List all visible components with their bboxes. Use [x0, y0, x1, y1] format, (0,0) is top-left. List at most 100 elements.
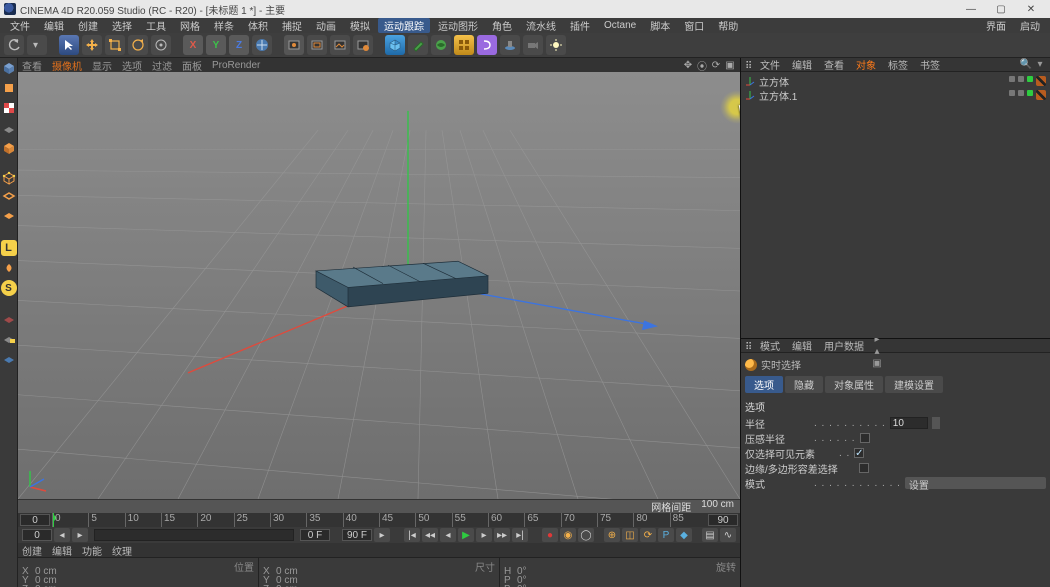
y-axis-lock-icon[interactable]: Y — [206, 35, 226, 55]
cloner-icon[interactable] — [454, 35, 474, 55]
recent-tool-icon[interactable] — [151, 35, 171, 55]
move-icon[interactable] — [82, 35, 102, 55]
menu-模拟[interactable]: 模拟 — [344, 18, 376, 33]
keyframe-sel-icon[interactable]: ◯ — [578, 528, 594, 542]
goto-prevkey-icon[interactable]: ◂◂ — [422, 528, 438, 542]
x-axis-lock-icon[interactable]: X — [183, 35, 203, 55]
texture-mode-icon[interactable] — [1, 100, 17, 116]
viewmenu-ProRender[interactable]: ProRender — [212, 60, 260, 71]
status-menu-纹理[interactable]: 纹理 — [112, 543, 132, 558]
om-tab-编辑[interactable]: 编辑 — [787, 57, 817, 72]
range-next-icon[interactable]: ▸ — [72, 528, 88, 542]
locked-workplane-icon[interactable] — [1, 330, 17, 346]
viewmenu-选项[interactable]: 选项 — [122, 58, 142, 73]
viewmenu-摄像机[interactable]: 摄像机 — [52, 58, 82, 73]
scale-icon[interactable] — [105, 35, 125, 55]
menu-运动图形[interactable]: 运动图形 — [432, 18, 484, 33]
object-mode-icon[interactable] — [1, 140, 17, 156]
attr-subtab-隐藏[interactable]: 隐藏 — [785, 376, 823, 393]
timeline-start-field[interactable]: 0 — [20, 514, 50, 526]
deformer-icon[interactable] — [477, 35, 497, 55]
redo-icon[interactable]: ▾ — [27, 35, 47, 55]
viewport-zoom-icon[interactable]: ⦿ — [696, 60, 708, 70]
edge-mode-icon[interactable] — [1, 190, 17, 206]
menu-样条[interactable]: 样条 — [208, 18, 240, 33]
workplane-icon[interactable] — [1, 310, 17, 326]
status-menu-编辑[interactable]: 编辑 — [52, 543, 72, 558]
phong-tag-icon[interactable] — [1036, 76, 1046, 86]
menu-运动跟踪[interactable]: 运动跟踪 — [378, 18, 430, 33]
key-rot-icon[interactable]: ⟳ — [640, 528, 656, 542]
viewport-orbit-icon[interactable]: ⟳ — [710, 60, 722, 70]
current-frame-field[interactable]: 0 F — [300, 529, 330, 541]
menu-脚本[interactable]: 脚本 — [644, 18, 676, 33]
render-region-icon[interactable] — [307, 35, 327, 55]
om-tab-文件[interactable]: 文件 — [755, 57, 785, 72]
menu-体积[interactable]: 体积 — [242, 18, 274, 33]
range-start-field[interactable]: 0 — [22, 529, 52, 541]
range-slider[interactable] — [94, 529, 294, 541]
undo-icon[interactable] — [4, 35, 24, 55]
workplane-mode-icon[interactable] — [1, 120, 17, 136]
viewmenu-查看[interactable]: 查看 — [22, 58, 42, 73]
layout-启动[interactable]: 启动 — [1014, 18, 1046, 33]
environment-icon[interactable] — [500, 35, 520, 55]
step-back-icon[interactable]: ◂ — [440, 528, 456, 542]
onlyvis-checkbox[interactable]: ✓ — [854, 448, 864, 458]
make-editable-icon[interactable] — [1, 60, 17, 76]
window-maximize-button[interactable]: ▢ — [986, 4, 1016, 15]
om-tab-对象[interactable]: 对象 — [851, 57, 881, 72]
mode-dropdown[interactable]: 设置 — [905, 477, 1046, 489]
viewport-maximize-icon[interactable]: ▣ — [724, 60, 736, 70]
menu-插件[interactable]: 插件 — [564, 18, 596, 33]
goto-end-icon[interactable]: ▸| — [512, 528, 528, 542]
autokey-icon[interactable]: ◉ — [560, 528, 576, 542]
tolerant-checkbox[interactable] — [860, 433, 870, 443]
timeline-end-field[interactable]: 90 — [708, 514, 738, 526]
status-menu-功能[interactable]: 功能 — [82, 543, 102, 558]
om-tab-查看[interactable]: 查看 — [819, 57, 849, 72]
status-menu-创建[interactable]: 创建 — [22, 543, 42, 558]
om-tab-书签[interactable]: 书签 — [915, 57, 945, 72]
viewmenu-显示[interactable]: 显示 — [92, 58, 112, 73]
goto-start-icon[interactable]: |◂ — [404, 528, 420, 542]
enable-snap-icon[interactable]: S — [1, 280, 17, 296]
key-pos-icon[interactable]: ⊕ — [604, 528, 620, 542]
key-scale-icon[interactable]: ◫ — [622, 528, 638, 542]
attr-tab-模式[interactable]: 模式 — [755, 338, 785, 353]
radius-spinner[interactable] — [932, 417, 940, 429]
camera-icon[interactable] — [523, 35, 543, 55]
menu-编辑[interactable]: 编辑 — [38, 18, 70, 33]
phong-tag-icon[interactable] — [1036, 90, 1046, 100]
live-select-icon[interactable] — [59, 35, 79, 55]
planar-workplane-icon[interactable] — [1, 350, 17, 366]
attr-subtab-选项[interactable]: 选项 — [745, 376, 783, 393]
timeline-ruler[interactable]: 0 051015202530354045505560657075808590 9… — [18, 513, 740, 527]
record-key-icon[interactable]: ● — [542, 528, 558, 542]
window-close-button[interactable]: ✕ — [1016, 4, 1046, 15]
attr-tab-用户数据[interactable]: 用户数据 — [819, 338, 869, 353]
goto-nextkey-icon[interactable]: ▸▸ — [494, 528, 510, 542]
attr-subtab-对象属性[interactable]: 对象属性 — [825, 376, 883, 393]
menu-创建[interactable]: 创建 — [72, 18, 104, 33]
menu-Octane[interactable]: Octane — [598, 20, 642, 31]
rotate-icon[interactable] — [128, 35, 148, 55]
om-search-icon[interactable]: 🔍 — [1020, 59, 1032, 71]
menu-窗口[interactable]: 窗口 — [678, 18, 710, 33]
menu-捕捉[interactable]: 捕捉 — [276, 18, 308, 33]
object-row[interactable]: 立方体.1 — [745, 88, 1046, 102]
menu-流水线[interactable]: 流水线 — [520, 18, 562, 33]
viewport-pan-icon[interactable]: ✥ — [682, 60, 694, 70]
om-filter-icon[interactable]: ▾ — [1034, 59, 1046, 71]
window-minimize-button[interactable]: — — [956, 4, 986, 15]
menu-文件[interactable]: 文件 — [4, 18, 36, 33]
coord-system-icon[interactable] — [252, 35, 272, 55]
range-end-display[interactable]: 90 F — [342, 529, 372, 541]
cube-primitive-icon[interactable] — [385, 35, 405, 55]
enable-axis-icon[interactable]: L — [1, 240, 17, 256]
layout-界面[interactable]: 界面 — [980, 18, 1012, 33]
menu-帮助[interactable]: 帮助 — [712, 18, 744, 33]
z-axis-lock-icon[interactable]: Z — [229, 35, 249, 55]
nav-axis-gizmo[interactable] — [24, 467, 50, 493]
menu-网格[interactable]: 网格 — [174, 18, 206, 33]
